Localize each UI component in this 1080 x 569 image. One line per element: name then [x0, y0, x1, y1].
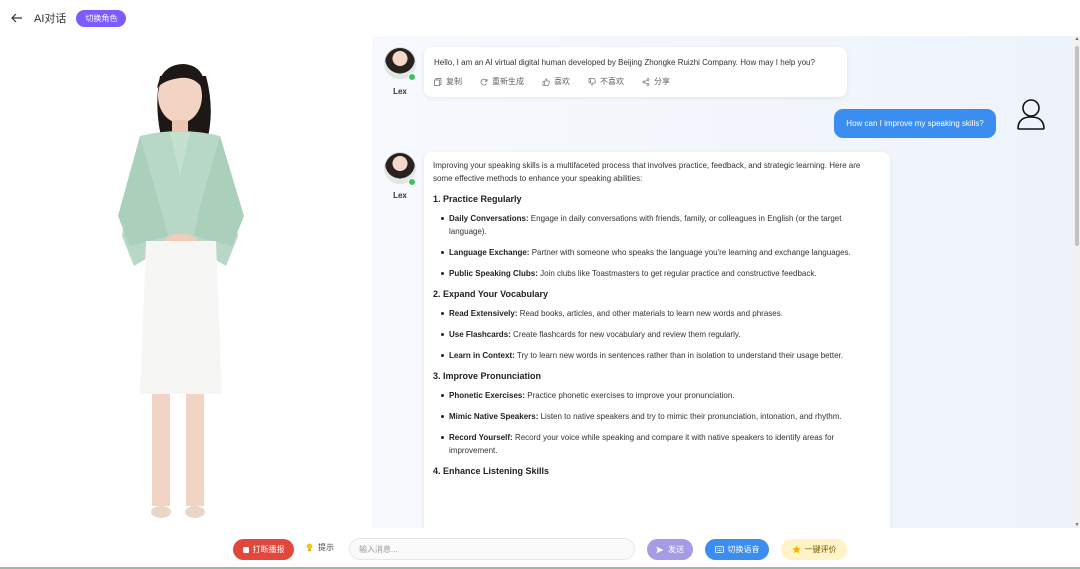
switch-role-button[interactable]: 切换角色: [76, 9, 127, 27]
hint-button[interactable]: 提示: [306, 542, 334, 553]
voice-label: 切换语音: [727, 545, 760, 554]
like-button[interactable]: 喜欢: [542, 75, 570, 88]
scroll-up-arrow-icon[interactable]: ▲: [1074, 36, 1080, 42]
one-click-rate-button[interactable]: 一键评价: [781, 539, 847, 560]
message-input[interactable]: [349, 538, 635, 560]
answer-intro: Improving your speaking skills is a mult…: [433, 161, 861, 183]
section-heading: 1. Practice Regularly: [433, 194, 522, 204]
user-avatar-icon: [1014, 97, 1048, 131]
section-list: Read Extensively: Read books, articles, …: [441, 307, 881, 362]
section-heading: 2. Expand Your Vocabulary: [433, 289, 549, 299]
digital-human-figure: [118, 64, 244, 518]
online-status-dot: [408, 178, 416, 186]
list-item: Read Extensively: Read books, articles, …: [441, 307, 881, 320]
scroll-thumb[interactable]: [1075, 46, 1079, 246]
greeting-message: Hello, I am an AI virtual digital human …: [424, 47, 847, 97]
copy-label: 复制: [446, 77, 462, 86]
regenerate-label: 重新生成: [492, 77, 524, 86]
keyboard-icon: [714, 546, 724, 553]
top-bar: AI对话 切换角色: [0, 0, 1080, 36]
send-icon: [656, 546, 664, 553]
hint-label: 提示: [318, 543, 334, 552]
bot-name: Lex: [393, 87, 407, 96]
lightbulb-icon: [306, 543, 313, 552]
like-label: 喜欢: [554, 77, 570, 86]
chat-scrollbar[interactable]: ▲ ▼: [1074, 36, 1080, 528]
section-heading: 3. Improve Pronunciation: [433, 371, 542, 381]
online-status-dot: [408, 73, 416, 81]
stop-label: 打断播报: [252, 545, 285, 554]
list-item: Daily Conversations: Engage in daily con…: [441, 212, 881, 238]
refresh-icon: [480, 78, 488, 86]
section-list: Phonetic Exercises: Practice phonetic ex…: [441, 389, 881, 457]
regenerate-button[interactable]: 重新生成: [480, 75, 524, 88]
list-item: Phonetic Exercises: Practice phonetic ex…: [441, 389, 881, 402]
greeting-text: Hello, I am an AI virtual digital human …: [434, 58, 815, 67]
dislike-button[interactable]: 不喜欢: [588, 75, 624, 88]
share-label: 分享: [654, 77, 670, 86]
back-arrow-icon[interactable]: [10, 11, 24, 25]
dislike-label: 不喜欢: [600, 77, 624, 86]
stop-icon: [242, 546, 249, 553]
stop-broadcast-button[interactable]: 打断播报: [233, 539, 294, 560]
send-button[interactable]: 发送: [647, 539, 693, 560]
bottom-bar: 打断播报 提示 发送 切换语音 一键评价: [0, 528, 1080, 569]
list-item: Record Yourself: Record your voice while…: [441, 431, 881, 457]
rate-label: 一键评价: [804, 545, 837, 554]
copy-icon: [434, 77, 442, 86]
share-button[interactable]: 分享: [642, 75, 670, 88]
list-item: Use Flashcards: Create flashcards for ne…: [441, 328, 881, 341]
section-list: Daily Conversations: Engage in daily con…: [441, 212, 881, 280]
star-icon: [791, 545, 801, 554]
share-icon: [642, 77, 650, 86]
message-actions: 复制 重新生成 喜欢 不喜欢 分享: [434, 75, 837, 88]
bot-name: Lex: [393, 191, 407, 200]
copy-button[interactable]: 复制: [434, 75, 462, 88]
send-label: 发送: [668, 545, 684, 554]
list-item: Language Exchange: Partner with someone …: [441, 246, 881, 259]
digital-human-pane: [0, 36, 372, 528]
thumbs-down-icon: [588, 77, 596, 86]
thumbs-up-icon: [542, 77, 550, 86]
page-title: AI对话: [34, 13, 67, 25]
list-item: Learn in Context: Try to learn new words…: [441, 349, 881, 362]
user-message-text: How can I improve my speaking skills?: [846, 119, 984, 128]
section-heading: 4. Enhance Listening Skills: [433, 466, 550, 476]
user-message: How can I improve my speaking skills?: [834, 109, 996, 138]
list-item: Mimic Native Speakers: Listen to native …: [441, 410, 881, 423]
answer-message: Improving your speaking skills is a mult…: [424, 152, 890, 542]
list-item: Public Speaking Clubs: Join clubs like T…: [441, 267, 881, 280]
switch-voice-button[interactable]: 切换语音: [705, 539, 769, 560]
